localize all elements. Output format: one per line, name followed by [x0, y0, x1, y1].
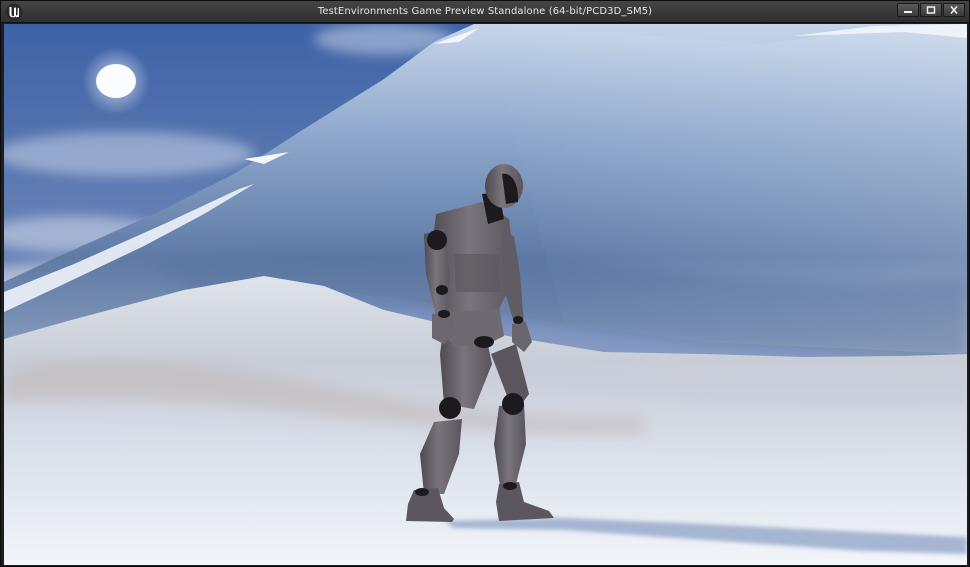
- title-bar[interactable]: TestEnvironments Game Preview Standalone…: [1, 1, 969, 23]
- minimize-button[interactable]: [897, 3, 919, 17]
- game-scene: [4, 24, 967, 565]
- close-icon: [950, 6, 958, 14]
- game-preview-window: TestEnvironments Game Preview Standalone…: [0, 0, 970, 567]
- sun: [96, 64, 136, 98]
- close-button[interactable]: [943, 3, 965, 17]
- unreal-engine-logo-icon: [5, 3, 23, 21]
- maximize-button[interactable]: [920, 3, 942, 17]
- minimize-icon: [904, 11, 912, 13]
- window-controls: [896, 3, 965, 17]
- window-title: TestEnvironments Game Preview Standalone…: [317, 6, 653, 17]
- game-viewport[interactable]: [4, 24, 967, 565]
- maximize-icon: [926, 6, 936, 14]
